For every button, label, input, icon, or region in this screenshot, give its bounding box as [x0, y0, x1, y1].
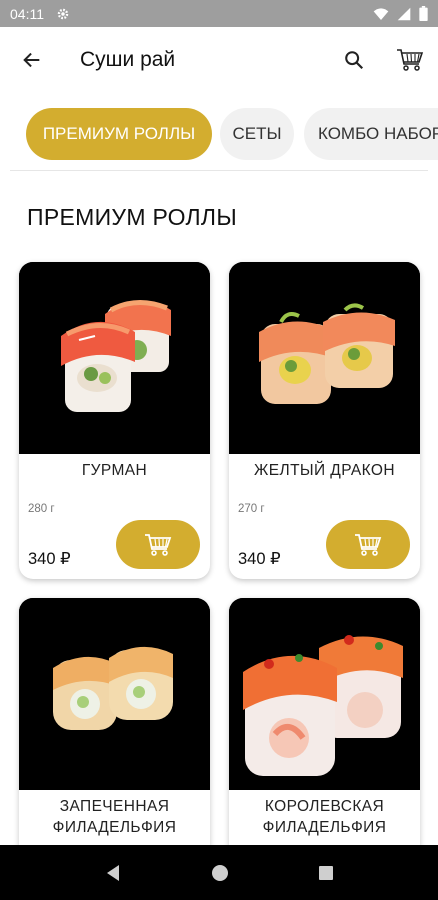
- divider: [10, 170, 428, 171]
- product-weight: 280 г: [28, 503, 55, 515]
- product-image-gurman: [19, 262, 210, 454]
- app-bar: Суши рай: [0, 27, 438, 93]
- product-price: 340 ₽: [28, 550, 71, 568]
- cart-icon: [397, 49, 424, 71]
- nav-recents-icon[interactable]: [318, 865, 334, 881]
- category-tabs: ПРЕМИУМ РОЛЛЫ СЕТЫ КОМБО НАБОРЫ: [0, 108, 438, 162]
- signal-icon: [397, 7, 411, 20]
- nav-back-icon[interactable]: [104, 864, 122, 882]
- settings-gear-icon: [57, 8, 69, 19]
- wifi-icon: [373, 7, 389, 20]
- product-image-yellow-dragon: [229, 262, 420, 454]
- page-title: Суши рай: [80, 48, 176, 71]
- product-card[interactable]: ГУРМАН 280 г 340 ₽: [19, 262, 210, 579]
- cart-icon: [355, 533, 382, 556]
- product-image-baked-philadelphia: [19, 598, 210, 790]
- status-bar: 04:11: [0, 0, 438, 27]
- system-navigation-bar: [0, 845, 438, 900]
- tab-premium-rolls[interactable]: ПРЕМИУМ РОЛЛЫ: [26, 108, 212, 160]
- cart-icon: [145, 533, 172, 556]
- search-icon: [345, 51, 364, 70]
- section-title: ПРЕМИУМ РОЛЛЫ: [27, 204, 237, 230]
- battery-icon: [419, 6, 428, 21]
- tab-sets[interactable]: СЕТЫ: [220, 108, 294, 160]
- product-card[interactable]: КОРОЛЕВСКАЯ ФИЛАДЕЛЬФИЯ: [229, 598, 420, 858]
- product-price: 340 ₽: [238, 550, 281, 568]
- tab-combo-sets[interactable]: КОМБО НАБОРЫ: [304, 108, 438, 160]
- product-name: КОРОЛЕВСКАЯ ФИЛАДЕЛЬФИЯ: [262, 798, 387, 836]
- nav-home-icon[interactable]: [211, 864, 229, 882]
- cart-button[interactable]: [382, 47, 438, 73]
- add-to-cart-button[interactable]: [326, 520, 410, 569]
- add-to-cart-button[interactable]: [116, 520, 200, 569]
- product-name: ЗАПЕЧЕННАЯ ФИЛАДЕЛЬФИЯ: [52, 798, 177, 836]
- back-arrow-icon: [23, 52, 40, 68]
- product-card[interactable]: ЗАПЕЧЕННАЯ ФИЛАДЕЛЬФИЯ: [19, 598, 210, 858]
- product-card[interactable]: ЖЕЛТЫЙ ДРАКОН 270 г 340 ₽: [229, 262, 420, 579]
- search-button[interactable]: [326, 49, 382, 71]
- product-weight: 270 г: [238, 503, 265, 515]
- product-image-royal-philadelphia: [229, 598, 420, 790]
- back-button[interactable]: [0, 49, 64, 71]
- status-time: 04:11: [10, 5, 44, 22]
- product-name: ГУРМАН: [81, 462, 148, 479]
- product-name: ЖЕЛТЫЙ ДРАКОН: [254, 462, 395, 479]
